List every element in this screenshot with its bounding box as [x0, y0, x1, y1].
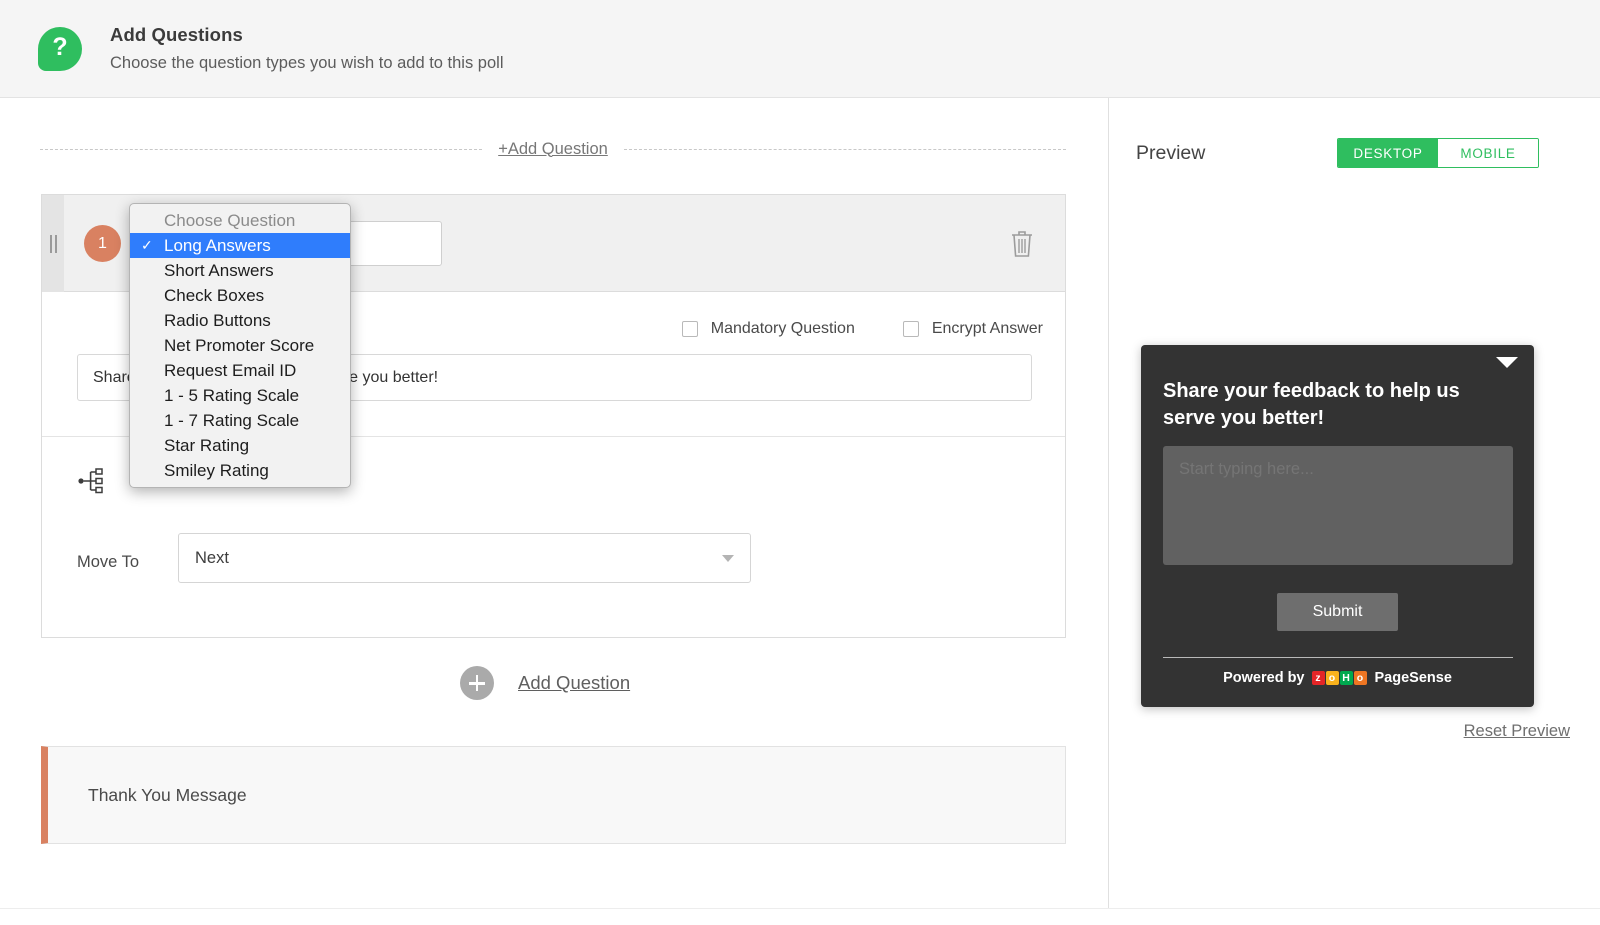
add-question-bottom-label: Add Question — [518, 672, 630, 694]
move-to-label: Move To — [77, 553, 139, 572]
preview-device-toggle: DESKTOP MOBILE — [1337, 138, 1539, 168]
dropdown-option-9[interactable]: Star Rating — [130, 433, 350, 458]
dropdown-option-5[interactable]: Net Promoter Score — [130, 333, 350, 358]
toggle-desktop[interactable]: DESKTOP — [1338, 139, 1438, 167]
pagesense-brand: PageSense — [1375, 670, 1452, 686]
move-to-value: Next — [195, 549, 229, 567]
add-question-button[interactable]: Add Question — [460, 666, 630, 700]
add-question-top-link[interactable]: +Add Question — [482, 140, 624, 159]
feedback-widget-preview: Share your feedback to help us serve you… — [1141, 345, 1534, 707]
thank-you-message-label: Thank You Message — [88, 785, 247, 806]
dropdown-option-8[interactable]: 1 - 7 Rating Scale — [130, 408, 350, 433]
chevron-down-icon — [722, 555, 734, 562]
widget-submit-button[interactable]: Submit — [1277, 593, 1398, 631]
preview-title: Preview — [1136, 142, 1205, 165]
widget-divider — [1163, 657, 1513, 658]
widget-answer-textarea[interactable] — [1163, 446, 1513, 565]
dropdown-option-10[interactable]: Smiley Rating — [130, 458, 350, 483]
divider-line-right — [624, 149, 1066, 150]
encrypt-answer-checkbox[interactable]: Encrypt Answer — [903, 320, 1043, 338]
bottom-strip — [0, 908, 1600, 925]
reset-preview-link[interactable]: Reset Preview — [1464, 722, 1570, 741]
dropdown-option-6[interactable]: Request Email ID — [130, 358, 350, 383]
toggle-mobile[interactable]: MOBILE — [1438, 139, 1538, 167]
question-options: Mandatory Question Encrypt Answer — [682, 320, 1043, 338]
widget-heading: Share your feedback to help us serve you… — [1163, 378, 1511, 431]
dropdown-option-1[interactable]: Long Answers — [130, 233, 350, 258]
divider-line-left — [40, 149, 482, 150]
question-number-badge: 1 — [84, 225, 121, 262]
mandatory-question-label: Mandatory Question — [711, 320, 855, 338]
checkbox-box — [682, 321, 698, 337]
question-type-dropdown[interactable]: Choose QuestionLong AnswersShort Answers… — [129, 203, 351, 488]
question-mark-glyph: ? — [52, 35, 67, 60]
page-header: ? Add Questions Choose the question type… — [0, 0, 1600, 98]
trash-icon[interactable] — [1009, 227, 1035, 259]
dropdown-option-4[interactable]: Radio Buttons — [130, 308, 350, 333]
mandatory-question-checkbox[interactable]: Mandatory Question — [682, 320, 855, 338]
page-title: Add Questions — [110, 24, 504, 46]
move-to-select[interactable]: Next — [178, 533, 751, 583]
widget-powered-by: Powered by zoHo PageSense — [1141, 670, 1534, 686]
question-bubble-icon: ? — [38, 27, 84, 73]
add-question-divider: +Add Question — [40, 136, 1066, 162]
encrypt-answer-label: Encrypt Answer — [932, 320, 1043, 338]
thank-you-message-card[interactable]: Thank You Message — [41, 746, 1066, 844]
dropdown-option-2[interactable]: Short Answers — [130, 258, 350, 283]
preview-panel: Preview DESKTOP MOBILE Share your feedba… — [1110, 98, 1600, 908]
checkbox-box — [903, 321, 919, 337]
dropdown-option-7[interactable]: 1 - 5 Rating Scale — [130, 383, 350, 408]
powered-by-text: Powered by — [1223, 670, 1304, 686]
plus-icon — [460, 666, 494, 700]
dropdown-option-3[interactable]: Check Boxes — [130, 283, 350, 308]
zoho-logo-icon: zoHo — [1312, 671, 1368, 685]
drag-handle-icon[interactable] — [42, 195, 64, 292]
logic-jump-icon — [78, 467, 112, 495]
chevron-down-icon[interactable] — [1496, 357, 1518, 368]
dropdown-option-0[interactable]: Choose Question — [130, 208, 350, 233]
page-subtitle: Choose the question types you wish to ad… — [110, 54, 504, 73]
